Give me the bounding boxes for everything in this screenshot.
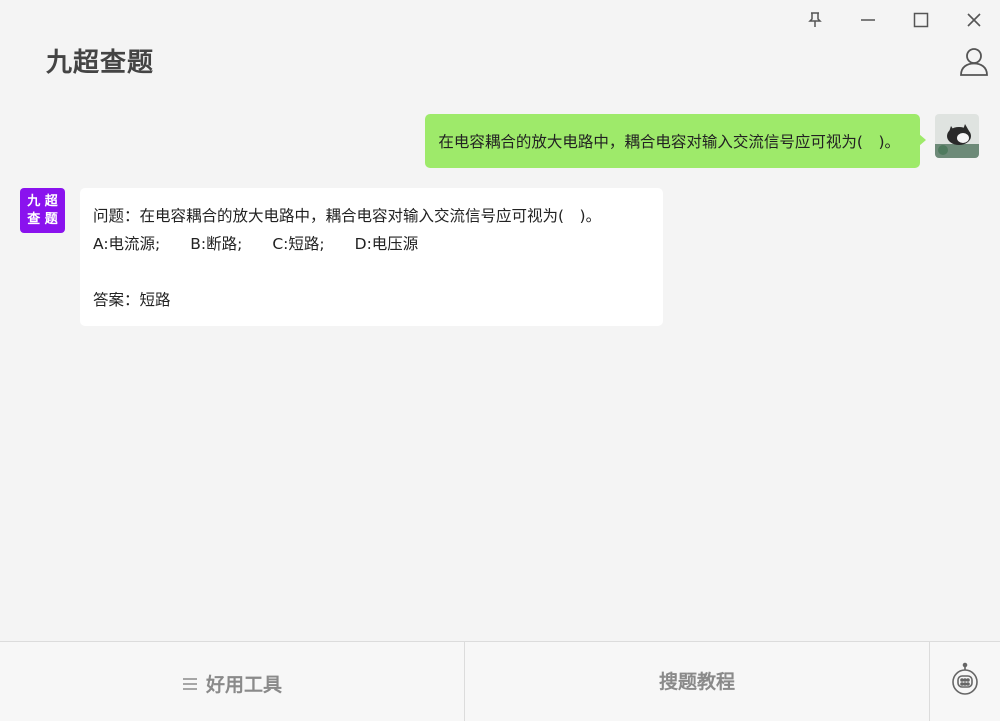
menu-icon: [182, 677, 198, 691]
close-button[interactable]: [958, 6, 990, 34]
user-icon: [958, 45, 990, 81]
minimize-button[interactable]: [852, 6, 884, 34]
option-c: C:短路;: [272, 235, 325, 253]
pin-button[interactable]: [799, 6, 831, 34]
option-a: A:电流源;: [93, 235, 161, 253]
bot-avatar: 九 超 查 题: [20, 188, 65, 233]
tutorial-label: 搜题教程: [658, 671, 735, 693]
options-line: A:电流源; B:断路; C:短路; D:电压源: [93, 230, 650, 258]
question-text: 问题：在电容耦合的放大电路中，耦合电容对输入交流信号应可视为( )。: [93, 207, 602, 225]
bot-avatar-char: 题: [44, 212, 58, 228]
minimize-icon: [859, 11, 877, 29]
tutorial-button[interactable]: 搜题教程: [465, 642, 930, 721]
bot-avatar-char: 九: [27, 193, 41, 209]
option-b: B:断路;: [190, 235, 243, 253]
robot-icon: [950, 662, 980, 701]
tools-button[interactable]: 好用工具: [0, 642, 465, 721]
user-account-button[interactable]: [955, 44, 993, 82]
close-icon: [965, 11, 983, 29]
answer-text: 答案：短路: [93, 291, 171, 309]
robot-button[interactable]: [930, 642, 1000, 721]
maximize-button[interactable]: [905, 6, 937, 34]
footer-bar: 好用工具 搜题教程: [0, 641, 1000, 721]
option-d: D:电压源: [354, 235, 419, 253]
app-title: 九超查题: [46, 48, 155, 78]
user-avatar[interactable]: [935, 114, 979, 158]
tools-label: 好用工具: [205, 674, 282, 696]
bot-avatar-char: 查: [27, 212, 41, 228]
maximize-icon: [912, 11, 930, 29]
bot-avatar-char: 超: [44, 193, 58, 209]
user-message-bubble: 在电容耦合的放大电路中，耦合电容对输入交流信号应可视为( )。: [425, 114, 926, 168]
pin-icon: [806, 11, 824, 29]
bot-reply-bubble: 问题：在电容耦合的放大电路中，耦合电容对输入交流信号应可视为( )。 A:电流源…: [80, 188, 663, 326]
